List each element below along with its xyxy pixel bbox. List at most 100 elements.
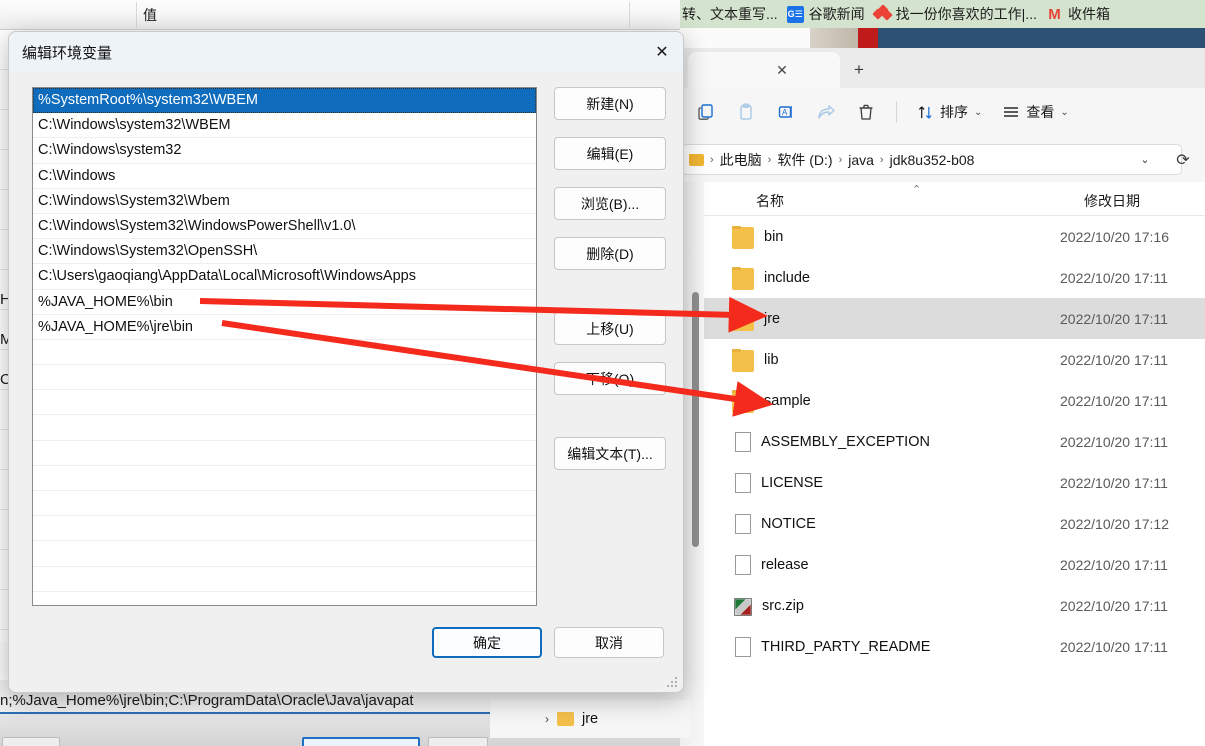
path-entry-row-empty[interactable] <box>33 491 536 517</box>
column-header-date[interactable]: 修改日期 <box>1084 191 1140 211</box>
bookmark-item[interactable]: M 收件箱 <box>1046 4 1110 24</box>
path-entry-row[interactable]: C:\Windows <box>33 164 536 189</box>
folder-icon <box>557 712 574 726</box>
table-row[interactable]: release 2022/10/20 17:11 <box>704 544 1205 585</box>
path-entry-row-empty[interactable] <box>33 466 536 491</box>
file-name: ASSEMBLY_EXCEPTION <box>761 433 930 450</box>
dialog-button-t[interactable]: 编辑文本(T)... <box>554 437 666 470</box>
nav-tree-item-label: jre <box>582 711 599 727</box>
breadcrumb[interactable]: › 此电脑 › 软件 (D:) › java › jdk8u352-b08 <box>682 144 1182 175</box>
background-button-ok[interactable] <box>302 737 420 746</box>
path-entry-row[interactable]: C:\Windows\System32\Wbem <box>33 189 536 214</box>
breadcrumb-separator: › <box>710 153 714 166</box>
dialog-side-buttons: 新建(N) 编辑(E) 浏览(B)... 删除(D) 上移(U) 下移(O) 编辑文本(T)… <box>554 87 666 477</box>
path-entries-listbox[interactable]: %SystemRoot%\system32\WBEM C:\Windows\sys… <box>32 87 537 606</box>
breadcrumb-item-jdk[interactable]: jdk8u352-b08 <box>890 152 975 168</box>
path-entry-row-empty[interactable] <box>33 415 536 441</box>
column-header-name[interactable]: 名称 <box>756 191 784 211</box>
table-row[interactable]: include 2022/10/20 17:11 <box>704 257 1205 298</box>
close-icon[interactable]: ✕ <box>774 63 790 79</box>
bookmark-item[interactable]: G☰ 谷歌新闻 <box>786 4 865 24</box>
resize-grip[interactable] <box>667 677 679 689</box>
dialog-button-b[interactable]: 浏览(B)... <box>554 187 666 220</box>
refresh-icon[interactable]: ⟳ <box>1169 144 1197 175</box>
folder-icon <box>732 349 754 372</box>
bookmark-label: 谷歌新闻 <box>808 6 865 22</box>
dialog-button-e[interactable]: 编辑(E) <box>554 137 666 170</box>
table-row[interactable]: lib 2022/10/20 17:11 <box>704 339 1205 380</box>
new-tab-icon[interactable]: + <box>846 58 872 82</box>
path-entry-row-empty[interactable] <box>33 516 536 542</box>
file-name: THIRD_PARTY_README <box>761 638 931 655</box>
breadcrumb-item-this-pc[interactable]: 此电脑 <box>720 150 762 170</box>
file-list-column-headers: 名称 ⌃ 修改日期 <box>704 182 1205 216</box>
path-entry-row[interactable]: %SystemRoot%\system32\WBEM <box>33 88 536 114</box>
background-button-cancel[interactable] <box>428 737 488 746</box>
nav-scrollbar-thumb[interactable] <box>692 292 699 547</box>
table-row[interactable]: sample 2022/10/20 17:11 <box>704 380 1205 421</box>
diamond-icon <box>872 3 893 23</box>
sort-button[interactable]: 排序 ⌄ <box>907 94 992 130</box>
dialog-footer-buttons: 确定 取消 <box>9 627 683 667</box>
explorer-tab[interactable]: ✕ <box>688 52 840 88</box>
path-entry-row[interactable]: %JAVA_HOME%\jre\bin <box>33 315 536 340</box>
file-modified-date: 2022/10/20 17:11 <box>1060 556 1168 573</box>
file-name: release <box>761 556 809 573</box>
table-row[interactable]: bin 2022/10/20 17:16 <box>704 216 1205 257</box>
dialog-button-u[interactable]: 上移(U) <box>554 312 666 345</box>
dialog-button-n[interactable]: 新建(N) <box>554 87 666 120</box>
chevron-right-icon[interactable]: › <box>545 712 549 726</box>
background-button-left[interactable] <box>2 737 60 746</box>
path-entry-row[interactable]: C:\Users\gaoqiang\AppData\Local\Microsof… <box>33 264 536 290</box>
dialog-button-label: 新建(N) <box>586 95 634 112</box>
file-modified-date: 2022/10/20 17:11 <box>1060 433 1168 450</box>
dialog-button-o[interactable]: 下移(O) <box>554 362 666 395</box>
path-entry-label: C:\Windows\System32\WindowsPowerShell\v1… <box>38 218 356 235</box>
explorer-content: 名称 ⌃ 修改日期 bin 2022/10/20 17:16 include 2022… <box>680 182 1205 746</box>
path-entry-row[interactable]: %JAVA_HOME%\bin <box>33 290 536 315</box>
path-entry-label: C:\Windows\system32 <box>38 142 182 159</box>
dialog-button-label: 删除(D) <box>586 245 634 262</box>
copy-icon[interactable] <box>686 94 726 130</box>
path-entry-row-empty[interactable] <box>33 567 536 592</box>
dialog-button-d[interactable]: 删除(D) <box>554 237 666 270</box>
close-icon[interactable]: ✕ <box>639 32 683 72</box>
bookmark-item[interactable]: 转、文本重写... <box>682 4 778 24</box>
path-entry-row-empty[interactable] <box>33 441 536 466</box>
path-entry-row-empty[interactable] <box>33 390 536 416</box>
cancel-button[interactable]: 取消 <box>554 627 664 658</box>
path-entry-row-empty[interactable] <box>33 365 536 391</box>
address-dropdown-icon[interactable]: ⌄ <box>1133 144 1157 175</box>
table-row[interactable]: THIRD_PARTY_README 2022/10/20 17:11 <box>704 626 1205 667</box>
table-row[interactable]: jre 2022/10/20 17:11 <box>704 298 1205 339</box>
path-entry-row[interactable]: C:\Windows\System32\OpenSSH\ <box>33 239 536 265</box>
table-row[interactable]: NOTICE 2022/10/20 17:12 <box>704 503 1205 544</box>
path-entry-label: %JAVA_HOME%\jre\bin <box>38 318 193 335</box>
table-row[interactable]: LICENSE 2022/10/20 17:11 <box>704 462 1205 503</box>
file-name: LICENSE <box>761 474 824 491</box>
file-name: bin <box>764 228 784 245</box>
path-entry-row-empty[interactable] <box>33 592 536 605</box>
dialog-button-label: 上移(U) <box>586 320 634 337</box>
delete-icon[interactable] <box>846 94 886 130</box>
breadcrumb-item-java[interactable]: java <box>848 152 874 168</box>
folder-icon <box>689 153 704 166</box>
table-row[interactable]: src.zip 2022/10/20 17:11 <box>704 585 1205 626</box>
table-row[interactable]: ASSEMBLY_EXCEPTION 2022/10/20 17:11 <box>704 421 1205 462</box>
view-button[interactable]: 查看 ⌄ <box>992 94 1078 130</box>
path-entry-row[interactable]: C:\Windows\System32\WindowsPowerShell\v1… <box>33 214 536 240</box>
share-icon[interactable] <box>806 94 846 130</box>
dialog-button-label: 编辑文本(T)... <box>567 445 653 462</box>
paste-icon[interactable] <box>726 94 766 130</box>
file-name: jre <box>764 310 781 327</box>
path-entry-row[interactable]: C:\Windows\system32 <box>33 138 536 164</box>
bookmark-item[interactable]: 找一份你喜欢的工作|... <box>872 3 1037 24</box>
path-entry-row[interactable]: C:\Windows\system32\WBEM <box>33 113 536 139</box>
ok-button[interactable]: 确定 <box>432 627 542 658</box>
rename-icon[interactable]: A <box>766 94 806 130</box>
breadcrumb-item-drive-d[interactable]: 软件 (D:) <box>777 150 832 170</box>
path-entry-row-empty[interactable] <box>33 541 536 567</box>
nav-tree-item-jre[interactable]: › jre <box>490 700 690 738</box>
bookmark-label: 找一份你喜欢的工作|... <box>895 6 1037 22</box>
path-entry-row-empty[interactable] <box>33 340 536 366</box>
